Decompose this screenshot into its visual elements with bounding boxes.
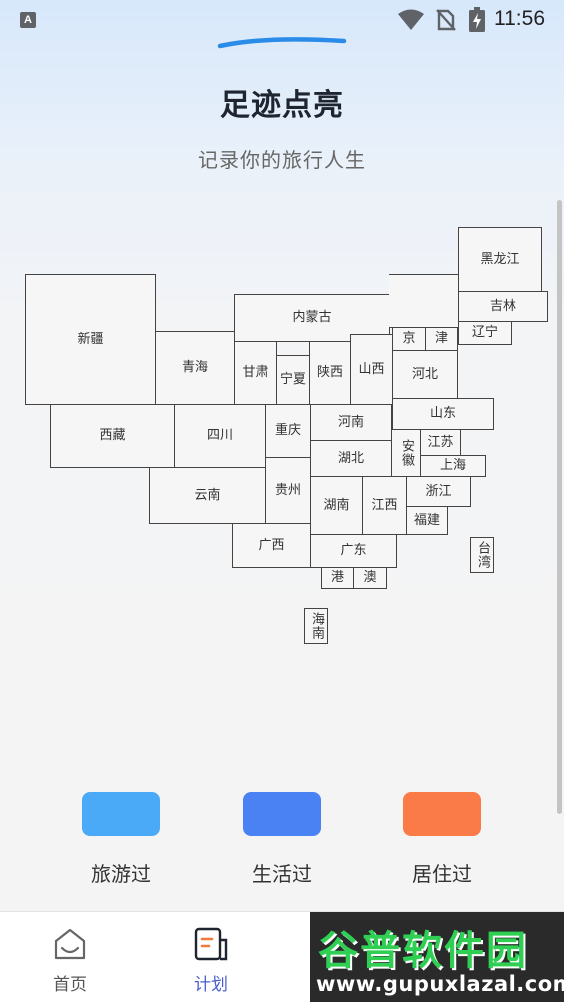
page-subtitle: 记录你的旅行人生 (198, 148, 366, 172)
province-liaoning[interactable]: 辽宁 (458, 321, 512, 345)
legend-label: 旅游过 (91, 862, 151, 886)
legend: 旅游过 生活过 居住过 (0, 792, 564, 892)
province-beijing[interactable]: 京 (392, 327, 426, 351)
battery-charging-icon (469, 7, 485, 32)
province-shaanxi[interactable]: 陕西 (309, 341, 351, 405)
province-guangxi[interactable]: 广西 (232, 523, 311, 568)
legend-swatch-lived (243, 792, 321, 836)
tab-home-label: 首页 (53, 975, 87, 995)
tab-plan-label: 计划 (194, 975, 228, 995)
home-icon (54, 928, 86, 960)
legend-item-traveled[interactable]: 旅游过 (61, 792, 181, 887)
page-title: 足迹点亮 (220, 88, 344, 123)
province-yunnan[interactable]: 云南 (149, 467, 266, 524)
legend-swatch-traveled (82, 792, 160, 836)
province-macau[interactable]: 澳 (353, 567, 387, 589)
legend-label: 生活过 (252, 862, 312, 886)
legend-item-lived[interactable]: 生活过 (222, 792, 342, 887)
province-shanghai[interactable]: 上海 (420, 455, 486, 477)
province-guizhou[interactable]: 贵州 (265, 457, 311, 524)
no-sim-icon (436, 9, 456, 31)
province-gansu[interactable]: 甘肃 (234, 341, 277, 405)
province-heilongjiang[interactable]: 黑龙江 (458, 227, 542, 292)
province-neimenggu-east[interactable] (389, 274, 459, 328)
legend-swatch-resided (403, 792, 481, 836)
province-xizang[interactable]: 西藏 (50, 404, 175, 468)
wifi-icon (398, 9, 424, 30)
province-chongqing[interactable]: 重庆 (265, 404, 311, 458)
province-jiangxi[interactable]: 江西 (362, 476, 407, 535)
plan-icon (194, 927, 228, 961)
province-sichuan[interactable]: 四川 (174, 404, 266, 468)
province-anhui[interactable]: 安徽 (391, 429, 421, 477)
province-hongkong[interactable]: 港 (321, 567, 354, 589)
legend-label: 居住过 (412, 862, 472, 886)
watermark-main: 谷普软件园 (318, 928, 528, 974)
province-qinghai[interactable]: 青海 (155, 331, 235, 405)
province-henan[interactable]: 河南 (310, 404, 392, 441)
legend-item-resided[interactable]: 居住过 (382, 792, 502, 887)
province-guangdong[interactable]: 广东 (310, 534, 397, 568)
province-tianjin[interactable]: 津 (425, 327, 458, 351)
province-zhejiang[interactable]: 浙江 (406, 476, 471, 507)
province-hunan[interactable]: 湖南 (310, 476, 363, 535)
province-hubei[interactable]: 湖北 (310, 440, 392, 477)
province-shandong[interactable]: 山东 (392, 398, 494, 430)
province-hebei[interactable]: 河北 (392, 350, 458, 399)
province-hainan[interactable]: 海南 (304, 608, 328, 644)
province-xinjiang[interactable]: 新疆 (25, 274, 156, 405)
watermark-url: www.gupuxlazal.com (316, 972, 564, 996)
app-notification-icon: A (20, 12, 36, 28)
province-jiangsu[interactable]: 江苏 (420, 429, 461, 456)
header: 足迹点亮 记录你的旅行人生 (0, 80, 564, 173)
province-taiwan[interactable]: 台湾 (470, 537, 494, 573)
province-jilin[interactable]: 吉林 (458, 291, 548, 322)
province-ningxia[interactable]: 宁夏 (276, 355, 310, 405)
tab-home[interactable]: 首页 (20, 912, 120, 1002)
title-underline-swoosh (217, 37, 347, 49)
tab-plan[interactable]: 计划 (161, 912, 261, 1002)
watermark: 谷普软件园 www.gupuxlazal.com (310, 912, 564, 1002)
province-shanxi[interactable]: 山西 (350, 334, 393, 405)
scrollbar[interactable] (557, 200, 562, 814)
province-fujian[interactable]: 福建 (406, 506, 448, 535)
status-time: 11:56 (494, 7, 545, 30)
